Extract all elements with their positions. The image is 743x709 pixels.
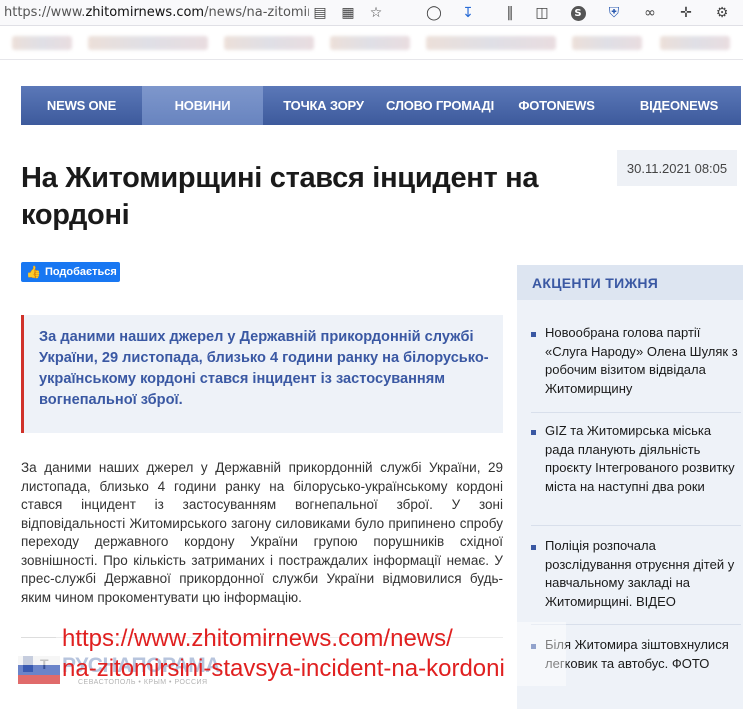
sync-icon[interactable]: ∞ bbox=[640, 3, 660, 23]
bullet-icon bbox=[531, 545, 536, 550]
nav-videonews[interactable]: ВІДЕОNEWS bbox=[617, 86, 741, 125]
star-icon[interactable]: ☆ bbox=[366, 3, 386, 23]
nav-slovo-hromadi[interactable]: СЛОВО ГРОМАДІ bbox=[384, 86, 496, 125]
url-prefix: https://www. bbox=[4, 5, 86, 20]
bullet-icon bbox=[531, 430, 536, 435]
article-lead: За даними наших джерел у Державній прико… bbox=[21, 315, 503, 433]
s-extension-icon[interactable]: S bbox=[568, 3, 588, 23]
article-title: На Житомирщині стався інцидент на кордон… bbox=[21, 162, 539, 231]
sidebar-link-4[interactable]: Біля Житомира зіштовхнулися легковик та … bbox=[545, 636, 740, 673]
watermark-url-line-2: na-zitomirsini-stavsya-incident-na-kordo… bbox=[62, 655, 505, 682]
like-label: Подобається bbox=[44, 266, 117, 278]
shield-icon[interactable]: ⛨ bbox=[604, 3, 624, 23]
sidebar-link-3[interactable]: Поліція розпочала розслідування отруєння… bbox=[545, 537, 740, 611]
facebook-like-button[interactable]: 👍 Подобається bbox=[21, 262, 120, 282]
bookmarks-bar-blurred bbox=[0, 26, 743, 60]
flag-icon bbox=[18, 656, 60, 684]
pocket-icon[interactable]: ◯ bbox=[424, 3, 444, 23]
settings-icon[interactable]: ⚙ bbox=[712, 3, 732, 23]
article-body: За даними наших джерел у Державній прико… bbox=[21, 460, 503, 605]
nav-novyny[interactable]: НОВИНИ bbox=[142, 86, 263, 125]
sidebar-heading: АКЦЕНТИ ТИЖНЯ bbox=[517, 262, 743, 300]
url-path: /news/na-zitomirs bbox=[204, 5, 309, 20]
nav-fotonews[interactable]: ФОТОNEWS bbox=[496, 86, 617, 125]
download-icon[interactable]: ↧ bbox=[458, 3, 478, 23]
thumbs-up-icon: 👍 bbox=[26, 265, 41, 279]
qr-icon[interactable]: ▦ bbox=[338, 3, 358, 23]
browser-toolbar: https://www.zhitomirnews.com/news/na-zit… bbox=[0, 0, 743, 26]
divider bbox=[531, 412, 741, 413]
address-bar[interactable]: https://www.zhitomirnews.com/news/na-zit… bbox=[4, 5, 309, 20]
watermark-url: https://www.zhitomirnews.com/news/ na-zi… bbox=[62, 624, 505, 684]
library-icon[interactable]: ‖ bbox=[500, 3, 520, 23]
divider bbox=[531, 525, 741, 526]
sidebar-icon[interactable]: ◫ bbox=[532, 3, 552, 23]
reader-icon[interactable]: ▤ bbox=[310, 3, 330, 23]
url-host: zhitomirnews.com bbox=[85, 5, 205, 20]
main-navigation: NEWS ONE НОВИНИ ТОЧКА ЗОРУ СЛОВО ГРОМАДІ… bbox=[21, 86, 741, 125]
watermark-url-line-1: https://www.zhitomirnews.com/news/ bbox=[62, 625, 453, 652]
bullet-icon bbox=[531, 332, 536, 337]
sidebar-link-2[interactable]: GIZ та Житомирська міська рада планують … bbox=[545, 422, 740, 496]
sidebar-link-1[interactable]: Новообрана голова партії «Слуга Народу» … bbox=[545, 324, 740, 398]
article-date: 30.11.2021 08:05 bbox=[617, 150, 737, 186]
nav-news-one[interactable]: NEWS ONE bbox=[21, 86, 142, 125]
nav-tochka-zoru[interactable]: ТОЧКА ЗОРУ bbox=[263, 86, 384, 125]
extensions-icon[interactable]: ✛ bbox=[676, 3, 696, 23]
